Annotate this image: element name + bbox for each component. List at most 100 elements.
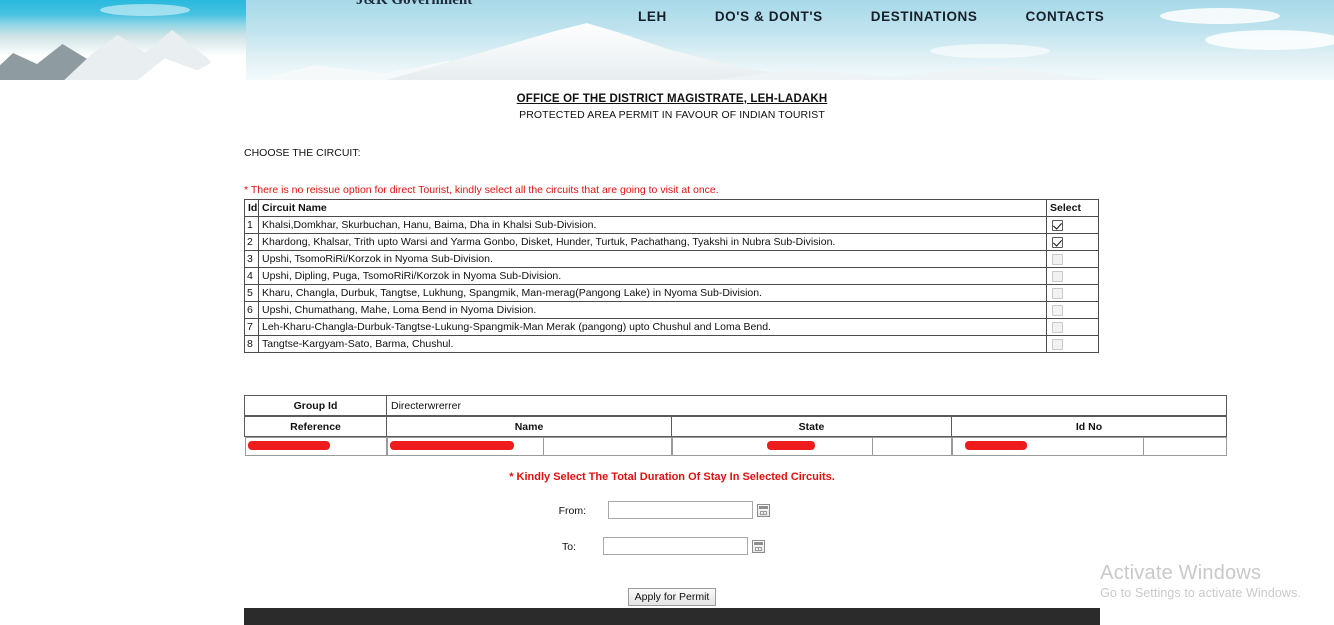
circuit-table-wrapper: Id Circuit Name Select 1 Khalsi,Domkhar, … [244,199,1099,353]
circuit-id-cell: 1 [244,216,259,234]
table-row: 4 Upshi, Dipling, Puga, TsomoRiRi/Korzok … [244,267,1099,285]
group-table-wrapper: Group Id Directerwrerrer Reference Name … [244,395,1227,457]
circuit-select-checkbox[interactable] [1052,219,1063,231]
circuit-header-name: Circuit Name [258,199,1047,217]
circuit-table-header-row: Id Circuit Name Select [244,199,1099,217]
group-id-row: Group Id Directerwrerrer [244,395,1227,416]
member-header-state: State [671,416,952,437]
circuit-select-checkbox[interactable] [1052,304,1063,316]
circuit-select-cell [1046,233,1099,251]
state-inner-table [671,437,952,457]
circuit-select-cell [1046,267,1099,285]
nav-item-leh[interactable]: LEH [638,9,667,24]
calendar-icon-from[interactable] [757,504,770,517]
circuit-name-cell: Khalsi,Domkhar, Skurbuchan, Hanu, Baima,… [258,216,1047,234]
member-table-header-row: Reference Name State Id No [244,416,1227,437]
circuit-id-cell: 2 [244,233,259,251]
circuit-id-cell: 7 [244,318,259,336]
duration-warning-text: * Kindly Select The Total Duration Of St… [509,471,835,483]
circuit-id-cell: 4 [244,267,259,285]
site-banner: LAHDC LEH J&K Government LEH DO'S & DONT… [0,0,1334,80]
site-logo[interactable]: LAHDC LEH J&K Government [246,0,666,14]
name-value[interactable] [386,437,544,457]
cloud-shape-1 [1160,8,1280,24]
page-root: LAHDC LEH J&K Government LEH DO'S & DONT… [0,0,1334,625]
circuit-table: Id Circuit Name Select 1 Khalsi,Domkhar, … [244,199,1099,353]
choose-circuit-label: CHOOSE THE CIRCUIT: [244,147,361,159]
nav-item-contacts[interactable]: CONTACTS [1026,9,1105,24]
redaction-mark-state [766,440,815,450]
cloud-shape-4 [100,4,190,16]
member-header-reference: Reference [244,416,387,437]
circuit-name-cell: Leh-Kharu-Changla-Durbuk-Tangtse-Lukung-… [258,318,1047,336]
circuit-name-cell: Upshi, TsomoRiRi/Korzok in Nyoma Sub-Div… [258,250,1047,268]
circuit-select-checkbox[interactable] [1052,287,1063,299]
circuit-select-checkbox[interactable] [1052,253,1063,265]
logo-government-text: J&K Government [356,0,473,8]
circuit-select-cell [1046,284,1099,302]
id-no-value[interactable] [951,437,1145,457]
table-row: 7 Leh-Kharu-Changla-Durbuk-Tangtse-Lukung… [244,318,1099,336]
from-label: From: [558,505,586,517]
table-row: 2 Khardong, Khalsar, Trith upto Warsi and… [244,233,1099,251]
member-table: Reference Name State Id No [244,416,1227,457]
circuit-select-cell [1046,250,1099,268]
circuit-header-select: Select [1046,199,1099,217]
circuit-select-cell [1046,216,1099,234]
nav-item-destinations[interactable]: DESTINATIONS [871,9,978,24]
name-inner-table [386,437,672,457]
circuit-name-cell: Upshi, Chumathang, Mahe, Loma Bend in Ny… [258,301,1047,319]
logo-lahdc-text: LAHDC LEH [276,0,313,2]
table-row: 3 Upshi, TsomoRiRi/Korzok in Nyoma Sub-Di… [244,250,1099,268]
main-navigation: LEH DO'S & DONT'S DESTINATIONS CONTACTS [638,6,1104,26]
page-subtitle: PROTECTED AREA PERMIT IN FAVOUR OF INDIA… [519,109,825,121]
redaction-mark-id-no [964,440,1027,450]
group-id-value: Directerwrerrer [386,395,1227,416]
apply-for-permit-button[interactable]: Apply for Permit [628,588,716,606]
circuit-name-cell: Tangtse-Kargyam-Sato, Barma, Chushul. [258,335,1047,353]
watermark-subtitle: Go to Settings to activate Windows. [1100,586,1301,600]
member-reference-cell [244,437,387,457]
banner-content: LAHDC LEH J&K Government LEH DO'S & DONT… [246,0,1104,80]
table-row: 6 Upshi, Chumathang, Mahe, Loma Bend in N… [244,301,1099,319]
group-id-label: Group Id [244,395,387,416]
id-no-spacer-cell [1143,437,1227,457]
to-date-input[interactable] [603,537,748,555]
circuit-select-checkbox[interactable] [1052,321,1063,333]
calendar-icon-to[interactable] [752,540,765,553]
circuit-id-cell: 5 [244,284,259,302]
circuit-select-cell [1046,318,1099,336]
page-title: OFFICE OF THE DISTRICT MAGISTRATE, LEH-L… [516,93,828,105]
circuit-select-cell [1046,335,1099,353]
circuit-name-cell: Kharu, Changla, Durbuk, Tangtse, Lukhung… [258,284,1047,302]
circuit-name-cell: Upshi, Dipling, Puga, TsomoRiRi/Korzok i… [258,267,1047,285]
state-spacer-cell [872,437,952,457]
redaction-mark-name [389,440,514,450]
table-row: 8 Tangtse-Kargyam-Sato, Barma, Chushul. [244,335,1099,353]
circuit-select-checkbox[interactable] [1052,338,1063,350]
to-label: To: [561,541,576,553]
member-table-row [244,437,1227,457]
windows-activation-watermark: Activate Windows Go to Settings to activ… [1100,561,1301,602]
circuit-table-body: 1 Khalsi,Domkhar, Skurbuchan, Hanu, Baima… [244,216,1099,353]
nav-item-dos-and-donts[interactable]: DO'S & DONT'S [715,9,823,24]
circuit-id-cell: 3 [244,250,259,268]
circuit-name-cell: Khardong, Khalsar, Trith upto Warsi and … [258,233,1047,251]
circuit-select-cell [1046,301,1099,319]
circuit-select-checkbox[interactable] [1052,236,1063,248]
member-id-no-cell [951,437,1227,457]
group-table: Group Id Directerwrerrer [244,395,1227,416]
circuit-id-cell: 6 [244,301,259,319]
watermark-title: Activate Windows [1100,562,1262,584]
id-no-inner-table [951,437,1227,457]
footer-bar [244,608,1100,625]
cloud-shape-2 [1205,30,1334,50]
reference-value[interactable] [244,437,387,457]
circuit-warning-text: * There is no reissue option for direct … [244,184,719,196]
circuit-select-checkbox[interactable] [1052,270,1063,282]
state-value[interactable] [671,437,874,457]
redaction-mark-reference [247,440,330,450]
circuit-header-id: Id [244,199,259,217]
member-header-id-no: Id No [951,416,1227,437]
from-date-input[interactable] [608,501,753,519]
